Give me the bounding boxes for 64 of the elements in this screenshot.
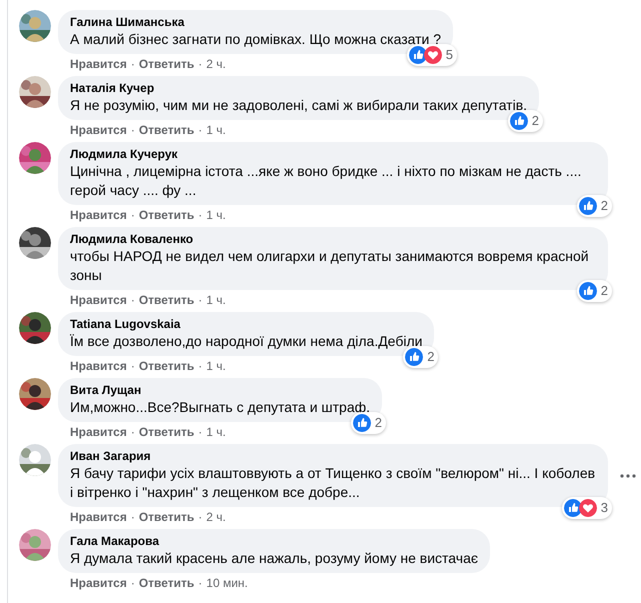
reaction-count: 2	[427, 349, 434, 365]
reaction-badge[interactable]: 5	[406, 44, 458, 66]
author-name[interactable]: Людмила Коваленко	[70, 232, 194, 247]
reaction-badge[interactable]: 2	[576, 280, 612, 302]
separator-dot: ·	[198, 575, 202, 591]
separator-dot: ·	[198, 509, 202, 525]
separator-dot: ·	[130, 207, 135, 223]
like-link[interactable]: Нравится	[70, 122, 127, 138]
comment-text: Я думала такий красень але нажаль, розуму йому не вистачає	[70, 549, 478, 568]
separator-dot: ·	[198, 292, 202, 308]
author-name[interactable]: Иван Загария	[70, 449, 151, 464]
author-name[interactable]: Людмила Кучерук	[70, 147, 178, 162]
separator-dot: ·	[130, 509, 135, 525]
separator-dot: ·	[130, 292, 135, 308]
author-name[interactable]: Tatiana Lugovskaia	[70, 317, 180, 332]
author-name[interactable]: Галина Шиманська	[70, 15, 184, 30]
reaction-count: 2	[600, 283, 608, 299]
timestamp[interactable]: 1 ч.	[206, 424, 226, 440]
reaction-badge[interactable]: 2	[508, 110, 544, 132]
like-link[interactable]: Нравится	[70, 509, 127, 525]
separator-dot: ·	[198, 122, 202, 138]
separator-dot: ·	[130, 358, 135, 374]
timestamp[interactable]: 2 ч.	[206, 56, 226, 72]
timestamp[interactable]: 1 ч.	[206, 292, 226, 308]
author-name[interactable]: Вита Лущан	[70, 383, 142, 398]
reply-link[interactable]: Ответить	[138, 292, 194, 308]
timestamp[interactable]: 1 ч.	[206, 358, 226, 374]
separator-dot: ·	[130, 56, 135, 72]
separator-dot: ·	[198, 424, 202, 440]
separator-dot: ·	[198, 56, 202, 72]
reply-link[interactable]: Ответить	[138, 509, 194, 525]
separator-dot: ·	[130, 575, 135, 591]
like-link[interactable]: Нравится	[70, 292, 127, 308]
author-name[interactable]: Гала Макарова	[70, 534, 159, 549]
reply-link[interactable]: Ответить	[138, 56, 194, 72]
timestamp[interactable]: 1 ч.	[206, 207, 226, 223]
more-icon[interactable]	[620, 474, 636, 478]
reaction-count: 3	[600, 500, 608, 516]
reaction-count: 2	[532, 113, 540, 129]
separator-dot: ·	[130, 122, 135, 138]
reaction-badge[interactable]: 2	[350, 412, 386, 434]
reaction-badge[interactable]: 2	[403, 346, 438, 368]
like-link[interactable]: Нравится	[70, 575, 127, 591]
like-link[interactable]: Нравится	[70, 207, 127, 223]
reaction-count: 5	[446, 47, 454, 63]
separator-dot: ·	[198, 358, 202, 374]
reply-link[interactable]: Ответить	[138, 424, 194, 440]
like-link[interactable]: Нравится	[70, 56, 127, 72]
separator-dot: ·	[130, 424, 135, 440]
like-link[interactable]: Нравится	[70, 358, 127, 374]
timestamp[interactable]: 1 ч.	[206, 122, 226, 138]
reply-link[interactable]: Ответить	[138, 207, 194, 223]
reply-link[interactable]: Ответить	[138, 575, 194, 591]
reaction-badge[interactable]: 2	[576, 195, 612, 217]
reaction-count: 2	[374, 415, 382, 431]
timestamp[interactable]: 10 мин.	[206, 575, 248, 591]
reaction-count: 2	[600, 198, 608, 214]
timestamp[interactable]: 2 ч.	[206, 509, 226, 525]
separator-dot: ·	[198, 207, 202, 223]
reply-link[interactable]: Ответить	[138, 122, 194, 138]
author-name[interactable]: Наталія Кучер	[70, 81, 154, 96]
reaction-badge[interactable]: 3	[562, 497, 612, 519]
like-link[interactable]: Нравится	[70, 424, 127, 440]
reply-link[interactable]: Ответить	[138, 358, 194, 374]
